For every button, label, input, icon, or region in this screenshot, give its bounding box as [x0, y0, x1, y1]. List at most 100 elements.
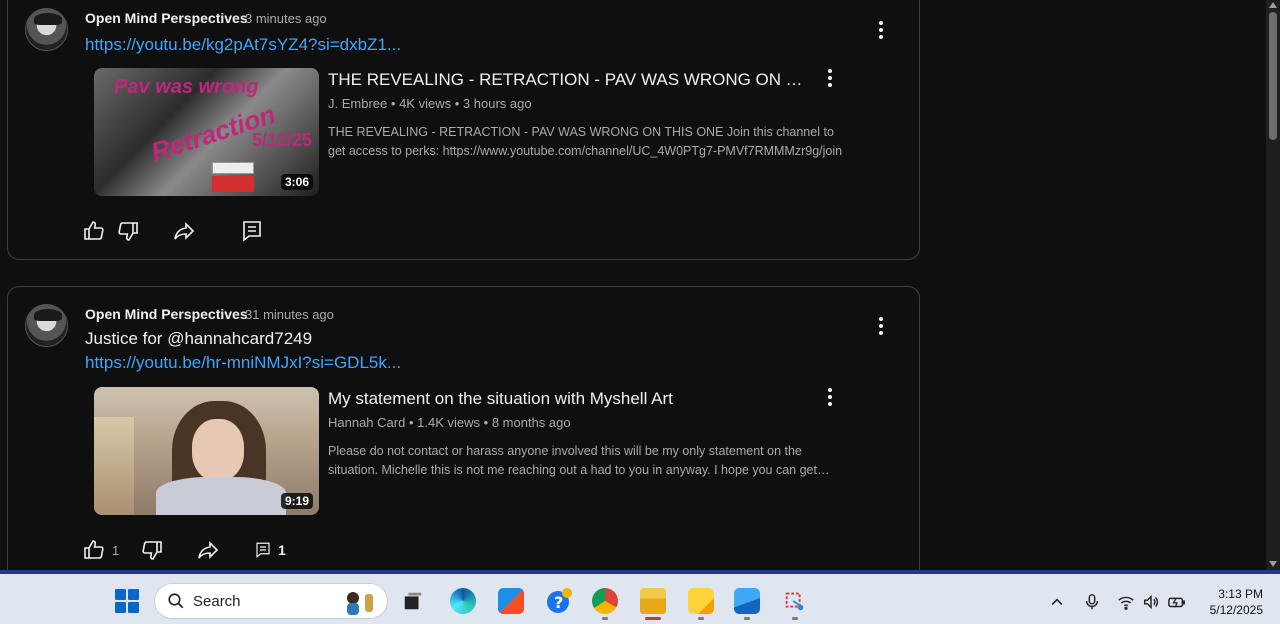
microsoft-store-button[interactable] — [494, 584, 528, 618]
windows-taskbar: Search ? 3:13 PM 5/12/2025 — [0, 570, 1280, 624]
dislike-button[interactable] — [140, 536, 164, 564]
snipping-tool-icon — [785, 592, 804, 611]
video-views: 1.4K views — [417, 415, 481, 430]
thumbnail-decoration — [94, 417, 134, 515]
thumbnail-text: Pav was wrong — [114, 76, 259, 98]
video-title[interactable]: THE REVEALING - RETRACTION - PAV WAS WRO… — [328, 70, 808, 90]
snipping-tool-button[interactable] — [778, 584, 812, 620]
folder-icon — [640, 588, 666, 614]
video-description: THE REVEALING - RETRACTION - PAV WAS WRO… — [328, 125, 843, 158]
clock-date: 5/12/2025 — [1209, 603, 1263, 617]
chrome-browser-button[interactable] — [588, 584, 622, 620]
system-clock[interactable]: 3:13 PM 5/12/2025 — [1210, 586, 1263, 618]
embedded-video[interactable]: 9:19 My statement on the situation with … — [94, 387, 854, 515]
clock-time: 3:13 PM — [1218, 587, 1263, 601]
like-count: 1 — [112, 542, 120, 558]
like-button[interactable]: 1 — [82, 536, 119, 564]
video-duration: 9:19 — [280, 493, 313, 509]
post-link[interactable]: https://youtu.be/kg2pAt7sYZ4?si=dxbZ1... — [85, 35, 401, 55]
video-thumbnail[interactable]: Pav was wrong Retraction 5/12/25 3:06 — [94, 68, 319, 196]
comment-icon — [243, 221, 261, 242]
microphone-button[interactable] — [1082, 592, 1102, 612]
taskbar-search-box[interactable]: Search — [154, 583, 388, 619]
start-button[interactable] — [110, 584, 144, 618]
video-age: 3 hours ago — [462, 96, 532, 111]
task-view-button[interactable] — [396, 584, 430, 618]
comments-button[interactable]: 1 — [254, 536, 286, 564]
search-highlight-icon — [347, 592, 373, 615]
like-button[interactable] — [82, 217, 106, 245]
task-view-icon — [404, 592, 422, 610]
scroll-down-arrow-icon[interactable] — [1269, 561, 1277, 567]
show-hidden-icons-button[interactable] — [1047, 592, 1067, 612]
wifi-icon — [1118, 596, 1134, 610]
volume-button[interactable] — [1141, 592, 1161, 612]
thumbs-up-icon — [84, 540, 104, 559]
app-active-indicator — [645, 617, 661, 620]
thumbnail-decoration — [212, 162, 254, 174]
meta-separator: • — [454, 96, 460, 111]
app-running-indicator — [744, 617, 750, 620]
edge-icon — [450, 588, 476, 614]
post-time[interactable]: 3 minutes ago — [245, 11, 327, 26]
video-meta: J. Embree • 4K views • 3 hours ago — [328, 96, 532, 111]
channel-avatar[interactable] — [25, 8, 68, 51]
file-explorer-button[interactable] — [636, 584, 670, 620]
thumbnail-decoration — [192, 419, 244, 481]
video-views: 4K views — [399, 96, 452, 111]
sticky-notes-button[interactable] — [684, 584, 718, 620]
app-running-indicator — [602, 617, 608, 620]
get-help-button[interactable]: ? — [542, 584, 576, 618]
meta-separator: • — [408, 415, 414, 430]
speaker-icon — [1143, 594, 1159, 610]
search-placeholder: Search — [193, 592, 241, 610]
comment-icon — [256, 542, 270, 558]
edge-browser-button[interactable] — [446, 584, 480, 618]
video-meta: Hannah Card • 1.4K views • 8 months ago — [328, 415, 571, 430]
page-scrollbar[interactable] — [1266, 0, 1280, 570]
post-author[interactable]: Open Mind Perspectives — [85, 10, 248, 26]
app-running-indicator — [698, 617, 704, 620]
share-button[interactable] — [196, 536, 220, 564]
embedded-video[interactable]: Pav was wrong Retraction 5/12/25 3:06 TH… — [94, 68, 854, 196]
post-author[interactable]: Open Mind Perspectives — [85, 306, 248, 322]
post-link[interactable]: https://youtu.be/hr-mniNMJxI?si=GDL5k... — [85, 353, 401, 373]
scrollbar-thumb[interactable] — [1269, 12, 1277, 140]
post-text: Justice for @hannahcard7249 — [85, 329, 313, 348]
post-more-icon[interactable] — [869, 18, 893, 42]
post-time[interactable]: 31 minutes ago — [245, 307, 334, 322]
scroll-up-arrow-icon[interactable] — [1269, 2, 1277, 8]
thumbnail-decoration — [212, 176, 254, 192]
chevron-up-icon — [1051, 598, 1063, 605]
microphone-icon — [1085, 594, 1099, 610]
meta-separator: • — [390, 96, 396, 111]
thumbnail-decoration — [156, 477, 286, 515]
comments-button[interactable] — [240, 217, 264, 245]
post-actions: 1 1 — [82, 536, 482, 564]
meta-separator: • — [483, 415, 489, 430]
photos-icon — [734, 588, 760, 614]
thumbs-down-icon — [142, 541, 162, 560]
battery-button[interactable] — [1167, 592, 1187, 612]
video-age: 8 months ago — [491, 415, 571, 430]
share-icon — [174, 222, 195, 240]
comment-count: 1 — [278, 542, 286, 558]
dislike-button[interactable] — [116, 217, 140, 245]
community-post: Open Mind Perspectives 3 minutes ago htt… — [7, 0, 920, 260]
search-icon — [168, 593, 184, 609]
channel-avatar[interactable] — [25, 304, 68, 347]
wifi-button[interactable] — [1116, 592, 1136, 612]
video-description: Please do not contact or harass anyone i… — [328, 444, 830, 477]
post-more-icon[interactable] — [869, 314, 893, 338]
video-more-icon[interactable] — [818, 385, 842, 409]
thumbs-down-icon — [118, 222, 138, 241]
video-more-icon[interactable] — [818, 66, 842, 90]
share-button[interactable] — [172, 217, 196, 245]
photos-button[interactable] — [730, 584, 764, 620]
sticky-notes-icon — [688, 588, 714, 614]
video-title[interactable]: My statement on the situation with Myshe… — [328, 389, 808, 409]
video-thumbnail[interactable]: 9:19 — [94, 387, 319, 515]
video-duration: 3:06 — [280, 174, 313, 190]
video-channel[interactable]: J. Embree — [328, 96, 387, 111]
video-channel[interactable]: Hannah Card — [328, 415, 405, 430]
